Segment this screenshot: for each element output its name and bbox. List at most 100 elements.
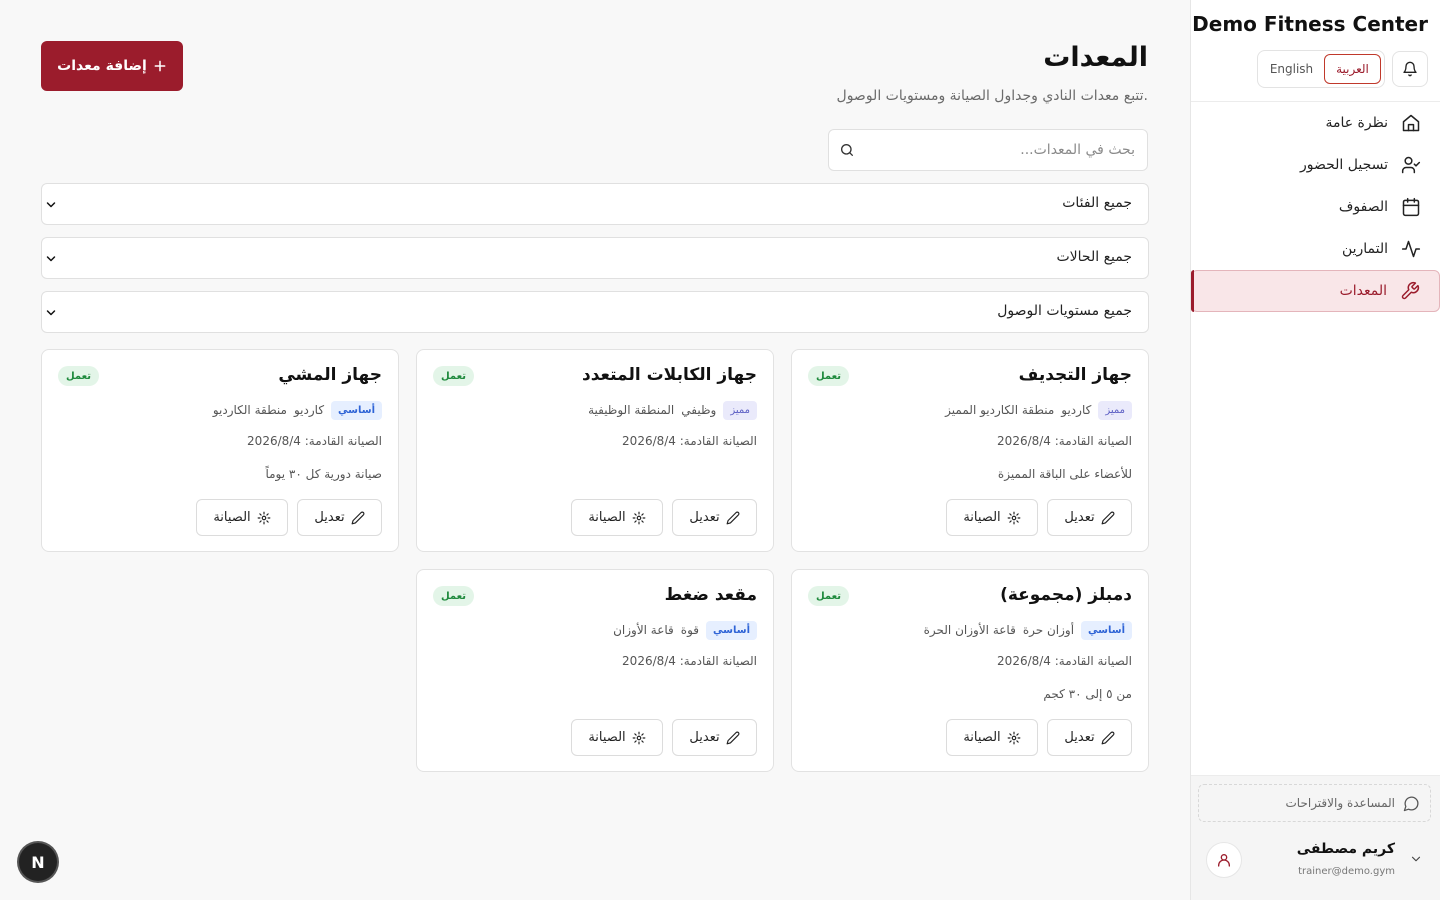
edit-label: تعديل <box>1064 510 1095 525</box>
equipment-category: وظيفي <box>681 403 717 417</box>
category-filter[interactable]: جميع الفئات <box>41 183 1149 225</box>
edit-label: تعديل <box>1064 730 1095 745</box>
status-badge: تعمل <box>433 366 475 386</box>
equipment-title: دمبلز (مجموعة) <box>1000 585 1132 605</box>
sidebar-item-label: الصفوف <box>1338 199 1388 215</box>
pencil-icon <box>726 731 740 745</box>
equipment-meta: أساسي أوزان حرة قاعة الأوزان الحرة <box>924 620 1132 640</box>
dev-tools-badge[interactable]: N <box>19 843 57 881</box>
status-badge: تعمل <box>58 366 100 386</box>
edit-button[interactable]: تعديل <box>1047 719 1132 756</box>
edit-button[interactable]: تعديل <box>1047 499 1132 536</box>
pencil-icon <box>726 511 740 525</box>
user-icon <box>1216 852 1232 868</box>
sidebar-footer-divider <box>1191 775 1440 776</box>
access-level-filter[interactable]: جميع مستويات الوصول <box>41 291 1149 333</box>
equipment-category: كارديو <box>293 403 325 417</box>
tier-badge: أساسي <box>331 400 382 420</box>
sidebar-item-overview[interactable]: نظرة عامة <box>1190 102 1440 144</box>
gear-icon <box>632 511 646 525</box>
equipment-card: مقعد ضغط تعمل أساسي قوة قاعة الأوزان الص… <box>416 569 774 772</box>
sidebar-item-equipment[interactable]: المعدات <box>1191 270 1440 312</box>
calendar-icon <box>1400 196 1422 218</box>
equipment-card: جهاز الكابلات المتعدد تعمل مميز وظيفي ال… <box>416 349 774 552</box>
page-subtitle: تتبع معدات النادي وجداول الصيانة ومستويا… <box>836 88 1148 104</box>
notifications-button[interactable] <box>1392 51 1428 87</box>
maintenance-label: الصيانة <box>963 510 1001 525</box>
equipment-card: جهاز المشي تعمل أساسي كارديو منطقة الكار… <box>41 349 399 552</box>
equipment-meta: مميز وظيفي المنطقة الوظيفية <box>588 400 757 420</box>
equipment-meta: أساسي قوة قاعة الأوزان <box>613 620 757 640</box>
search-input[interactable] <box>867 130 1147 170</box>
edit-button[interactable]: تعديل <box>297 499 382 536</box>
help-label: المساعدة والاقتراحات <box>1285 796 1395 810</box>
user-email: trainer@demo.gym <box>1298 866 1395 877</box>
maintenance-label: الصيانة <box>963 730 1001 745</box>
sidebar-item-label: التمارين <box>1341 241 1388 257</box>
category-filter-value: جميع الفئات <box>1062 195 1132 211</box>
equipment-note: صيانة دورية كل ٣٠ يوماً <box>265 467 382 481</box>
equipment-title: جهاز الكابلات المتعدد <box>581 365 757 385</box>
next-maintenance: الصيانة القادمة: 2026/8/4 <box>997 434 1132 448</box>
maintenance-button[interactable]: الصيانة <box>196 499 288 536</box>
plus-icon <box>153 59 167 73</box>
sidebar-item-label: المعدات <box>1339 283 1387 299</box>
wrench-icon <box>1399 280 1421 302</box>
equipment-title: مقعد ضغط <box>664 585 757 605</box>
status-filter-value: جميع الحالات <box>1056 249 1133 265</box>
add-equipment-button[interactable]: إضافة معدات <box>41 41 183 91</box>
equipment-area: منطقة الكارديو المميز <box>945 403 1055 417</box>
equipment-note: من ٥ إلى ٣٠ كجم <box>1043 687 1132 701</box>
chevron-down-icon <box>45 253 57 265</box>
status-badge: تعمل <box>433 586 475 606</box>
maintenance-button[interactable]: الصيانة <box>946 499 1038 536</box>
edit-label: تعديل <box>689 510 720 525</box>
pencil-icon <box>1101 731 1115 745</box>
equipment-title: جهاز المشي <box>278 365 382 385</box>
maintenance-button[interactable]: الصيانة <box>571 719 663 756</box>
next-maintenance: الصيانة القادمة: 2026/8/4 <box>247 434 382 448</box>
next-maintenance: الصيانة القادمة: 2026/8/4 <box>622 654 757 668</box>
bell-icon <box>1402 61 1418 77</box>
lang-arabic-button[interactable]: العربية <box>1324 54 1381 84</box>
equipment-card: جهاز التجديف تعمل مميز كارديو منطقة الكا… <box>791 349 1149 552</box>
message-circle-icon <box>1403 795 1420 812</box>
equipment-title: جهاز التجديف <box>1018 365 1132 385</box>
brand-title: Demo Fitness Center <box>1192 12 1428 36</box>
add-equipment-label: إضافة معدات <box>57 58 147 74</box>
gear-icon <box>257 511 271 525</box>
edit-button[interactable]: تعديل <box>672 499 757 536</box>
chevron-down-icon <box>45 307 57 319</box>
search-box <box>828 129 1148 171</box>
gear-icon <box>1007 731 1021 745</box>
access-level-filter-value: جميع مستويات الوصول <box>997 303 1132 319</box>
help-feedback-button[interactable]: المساعدة والاقتراحات <box>1198 784 1431 822</box>
tier-badge: أساسي <box>706 620 757 640</box>
activity-icon <box>1400 238 1422 260</box>
user-check-icon <box>1400 154 1422 176</box>
status-filter[interactable]: جميع الحالات <box>41 237 1149 279</box>
status-badge: تعمل <box>808 586 850 606</box>
user-menu[interactable]: كريم مصطفى trainer@demo.gym <box>1190 836 1440 886</box>
gear-icon <box>632 731 646 745</box>
next-maintenance: الصيانة القادمة: 2026/8/4 <box>622 434 757 448</box>
page-title: المعدات <box>1043 42 1148 73</box>
equipment-card: دمبلز (مجموعة) تعمل أساسي أوزان حرة قاعة… <box>791 569 1149 772</box>
maintenance-label: الصيانة <box>588 730 626 745</box>
sidebar-item-label: نظرة عامة <box>1325 115 1388 131</box>
equipment-category: كارديو <box>1061 403 1092 417</box>
chevron-down-icon <box>1409 852 1423 866</box>
equipment-note: للأعضاء على الباقة المميزة <box>997 467 1132 481</box>
maintenance-button[interactable]: الصيانة <box>946 719 1038 756</box>
edit-label: تعديل <box>314 510 345 525</box>
maintenance-label: الصيانة <box>213 510 251 525</box>
equipment-area: المنطقة الوظيفية <box>588 403 675 417</box>
edit-button[interactable]: تعديل <box>672 719 757 756</box>
equipment-category: قوة <box>680 623 700 637</box>
lang-english-button[interactable]: English <box>1263 54 1320 84</box>
maintenance-button[interactable]: الصيانة <box>571 499 663 536</box>
sidebar-item-workouts[interactable]: التمارين <box>1190 228 1440 270</box>
equipment-area: قاعة الأوزان <box>613 623 674 637</box>
sidebar-item-attendance[interactable]: تسجيل الحضور <box>1190 144 1440 186</box>
sidebar-item-classes[interactable]: الصفوف <box>1190 186 1440 228</box>
